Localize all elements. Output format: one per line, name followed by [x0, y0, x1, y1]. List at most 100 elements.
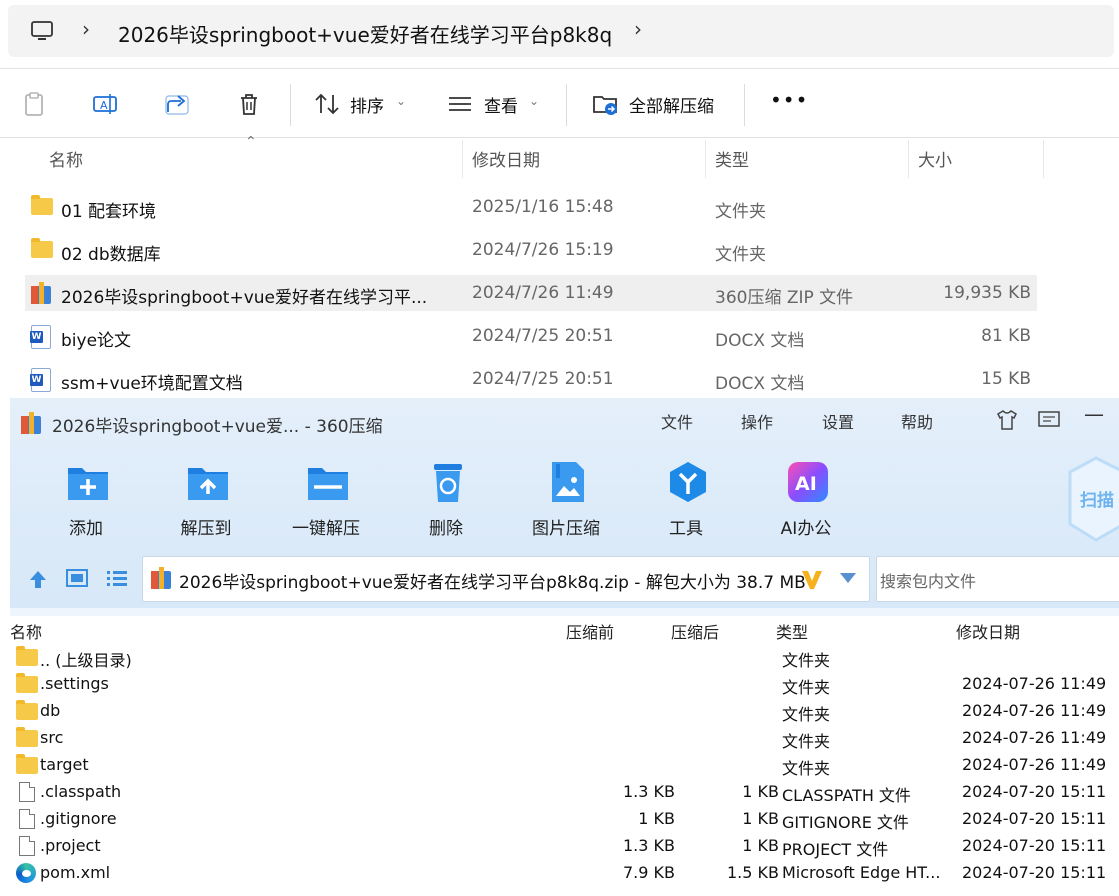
entry-type: GITIGNORE 文件 [782, 813, 909, 832]
computer-icon [31, 21, 53, 40]
view-button[interactable]: 查看 [484, 92, 518, 117]
share-icon[interactable] [163, 90, 191, 118]
entry-date: 2024-07-20 15:11 [962, 809, 1107, 828]
folder-icon [31, 195, 53, 218]
breadcrumb-folder[interactable]: 2026毕设springboot+vue爱好者在线学习平台p8k8q [118, 19, 612, 48]
delete-icon[interactable] [235, 90, 263, 118]
more-options-button[interactable]: ••• [770, 88, 808, 112]
entry-size-before: 1.3 KB [623, 836, 675, 855]
column-header-name[interactable]: 名称 [49, 146, 83, 171]
entry-date: 2024-07-20 15:11 [962, 782, 1107, 801]
zip-window: 2026毕设springboot+vue爱... - 360压缩 文件 操作 设… [10, 398, 1119, 896]
ai-office-button[interactable]: AI AI办公 [756, 456, 856, 546]
menu-operate[interactable]: 操作 [741, 409, 773, 433]
archive-row[interactable]: db 文件夹 2024-07-26 11:49 [10, 698, 1119, 725]
sort-icon[interactable] [313, 90, 341, 118]
list-view-icon[interactable] [106, 568, 128, 588]
up-arrow-icon[interactable] [27, 568, 49, 590]
entry-date: 2024-07-26 11:49 [962, 701, 1107, 720]
sort-button[interactable]: 排序 [350, 92, 384, 117]
chevron-right-icon[interactable]: › [634, 17, 642, 41]
column-header-name[interactable]: 名称 [10, 619, 42, 643]
file-name: ssm+vue环境配置文档 [61, 374, 243, 394]
delete-button[interactable]: 删除 [396, 456, 496, 546]
archive-row[interactable]: .gitignore 1 KB 1 KB GITIGNORE 文件 2024-0… [10, 806, 1119, 833]
add-button[interactable]: 添加 [36, 456, 136, 546]
vip-v-icon[interactable] [800, 567, 824, 591]
tools-button[interactable]: 工具 [636, 456, 736, 546]
entry-type: 文件夹 [782, 732, 831, 751]
toolbar-separator [566, 84, 567, 126]
svg-text:A: A [100, 99, 108, 112]
column-header-type[interactable]: 类型 [776, 619, 808, 643]
chevron-right-icon[interactable]: › [82, 17, 90, 41]
search-archive-input[interactable]: 搜索包内文件 [876, 556, 1119, 602]
minimize-icon[interactable]: — [1084, 402, 1104, 426]
folder-icon [16, 754, 38, 775]
file-row-selected[interactable]: 2026毕设springboot+vue爱好者在线学习平... 2024/7/2… [25, 275, 1037, 311]
entry-date: 2024-07-26 11:49 [962, 674, 1107, 693]
menu-settings[interactable]: 设置 [822, 409, 854, 433]
entry-size-after: 1.5 KB [727, 863, 779, 882]
zip-app-icon [21, 412, 41, 434]
entry-name: db [40, 701, 61, 720]
rename-icon[interactable]: A [91, 90, 119, 118]
archive-row[interactable]: .project 1.3 KB 1 KB PROJECT 文件 2024-07-… [10, 833, 1119, 860]
file-type: 文件夹 [715, 245, 766, 265]
file-row[interactable]: W biye论文 2024/7/25 20:51 DOCX 文档 81 KB [25, 318, 1037, 354]
paste-icon[interactable] [20, 90, 48, 118]
entry-size-before: 1 KB [638, 809, 675, 828]
file-date: 2024/7/25 20:51 [472, 326, 614, 346]
column-header-type[interactable]: 类型 [715, 146, 749, 171]
archive-row[interactable]: .settings 文件夹 2024-07-26 11:49 [10, 671, 1119, 698]
skin-shirt-icon[interactable] [995, 408, 1019, 432]
file-row[interactable]: W ssm+vue环境配置文档 2024/7/25 20:51 DOCX 文档 … [25, 361, 1037, 397]
thumbnail-view-icon[interactable] [66, 568, 88, 588]
archive-row[interactable]: .classpath 1.3 KB 1 KB CLASSPATH 文件 2024… [10, 779, 1119, 806]
dropdown-triangle-icon[interactable] [839, 571, 857, 585]
chevron-down-icon[interactable]: ⌄ [396, 94, 406, 108]
one-click-extract-button[interactable]: 一键解压 [276, 456, 376, 546]
image-compress-button[interactable]: 图片压缩 [516, 456, 616, 546]
menu-help[interactable]: 帮助 [901, 409, 933, 433]
archive-row[interactable]: .. (上级目录) 文件夹 [10, 644, 1119, 671]
column-separator[interactable] [462, 140, 463, 178]
column-header-before[interactable]: 压缩前 [566, 619, 614, 643]
scan-label: 扫描 [1080, 491, 1114, 511]
menu-file[interactable]: 文件 [661, 409, 693, 433]
file-row[interactable]: 01 配套环境 2025/1/16 15:48 文件夹 [25, 189, 1037, 225]
entry-name: pom.xml [40, 863, 111, 882]
column-separator[interactable] [1043, 140, 1044, 178]
scan-badge[interactable]: 扫描 [1066, 454, 1119, 542]
file-row[interactable]: 02 db数据库 2024/7/26 15:19 文件夹 [25, 232, 1037, 268]
entry-type: PROJECT 文件 [782, 840, 889, 859]
extract-all-button[interactable]: 全部解压缩 [629, 92, 714, 117]
file-icon [16, 809, 38, 829]
column-header-date[interactable]: 修改日期 [472, 146, 540, 171]
list-top-band [10, 608, 1119, 616]
address-bar[interactable]: › 2026毕设springboot+vue爱好者在线学习平台p8k8q › [8, 5, 1114, 57]
column-separator[interactable] [908, 140, 909, 178]
entry-size-after: 1 KB [742, 782, 779, 801]
entry-size-after: 1 KB [742, 809, 779, 828]
view-icon[interactable] [447, 90, 475, 118]
entry-date: 2024-07-26 11:49 [962, 728, 1107, 747]
archive-path-field[interactable]: 2026毕设springboot+vue爱好者在线学习平台p8k8q.zip -… [142, 556, 870, 602]
file-date: 2024/7/26 11:49 [472, 283, 614, 303]
chevron-down-icon[interactable]: ⌄ [529, 94, 539, 108]
entry-type: 文件夹 [782, 651, 831, 670]
column-header-date[interactable]: 修改日期 [956, 619, 1020, 643]
column-header-size[interactable]: 大小 [918, 146, 952, 171]
archive-row[interactable]: target 文件夹 2024-07-26 11:49 [10, 752, 1119, 779]
extract-folder-icon[interactable] [592, 90, 620, 118]
column-header-after[interactable]: 压缩后 [671, 619, 719, 643]
column-separator[interactable] [705, 140, 706, 178]
zip-icon [31, 282, 53, 304]
message-icon[interactable] [1037, 409, 1061, 431]
extract-to-button[interactable]: 解压到 [156, 456, 256, 546]
zip-window-header: 2026毕设springboot+vue爱... - 360压缩 文件 操作 设… [10, 398, 1119, 608]
archive-row[interactable]: pom.xml 7.9 KB 1.5 KB Microsoft Edge HT.… [10, 860, 1119, 887]
file-size: 81 KB [981, 326, 1031, 346]
archive-row[interactable]: src 文件夹 2024-07-26 11:49 [10, 725, 1119, 752]
word-icon: W [30, 325, 53, 349]
